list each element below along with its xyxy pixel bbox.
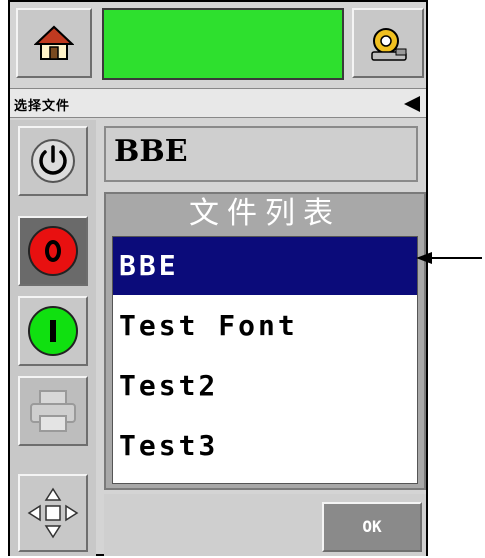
gear-settings-icon xyxy=(371,28,407,61)
ok-button[interactable]: OK xyxy=(322,502,422,552)
bottom-action-bar: OK xyxy=(104,494,426,556)
stop-circle-icon xyxy=(28,226,78,276)
file-list-item[interactable]: BBE xyxy=(113,237,417,295)
top-bar xyxy=(10,2,426,86)
file-list-header: 文件列表 xyxy=(189,196,341,231)
settings-button[interactable] xyxy=(352,8,424,78)
file-list: BBE Test Font Test2 Test3 xyxy=(112,236,418,484)
power-button[interactable] xyxy=(18,126,88,196)
screen-title: 选择文件 xyxy=(14,99,71,114)
callout-arrow-icon xyxy=(416,252,482,264)
side-button-column xyxy=(10,120,96,556)
stop-button[interactable] xyxy=(18,216,88,286)
file-list-item[interactable]: Test Font xyxy=(113,297,417,355)
file-list-panel: 文件列表 BBE Test Font Test2 Test3 xyxy=(104,192,426,490)
start-button[interactable] xyxy=(18,296,88,366)
navigation-button[interactable] xyxy=(18,474,88,552)
printer-icon xyxy=(30,390,76,432)
home-button[interactable] xyxy=(16,8,92,78)
back-arrow-icon[interactable] xyxy=(404,96,420,112)
start-circle-icon xyxy=(28,306,78,356)
file-list-item[interactable]: Test3 xyxy=(113,417,417,475)
directional-pad-icon xyxy=(27,487,79,539)
power-icon xyxy=(31,139,75,183)
printer-control-panel: 选择文件 BBE 文件列表 BBE Test Font Test2 Test3 … xyxy=(8,0,428,556)
status-indicator-bar xyxy=(102,8,344,80)
file-list-item[interactable]: Test2 xyxy=(113,357,417,415)
home-icon xyxy=(34,25,74,60)
selected-file-display: BBE xyxy=(104,126,418,182)
screen-title-bar: 选择文件 xyxy=(10,88,426,118)
print-button[interactable] xyxy=(18,376,88,446)
